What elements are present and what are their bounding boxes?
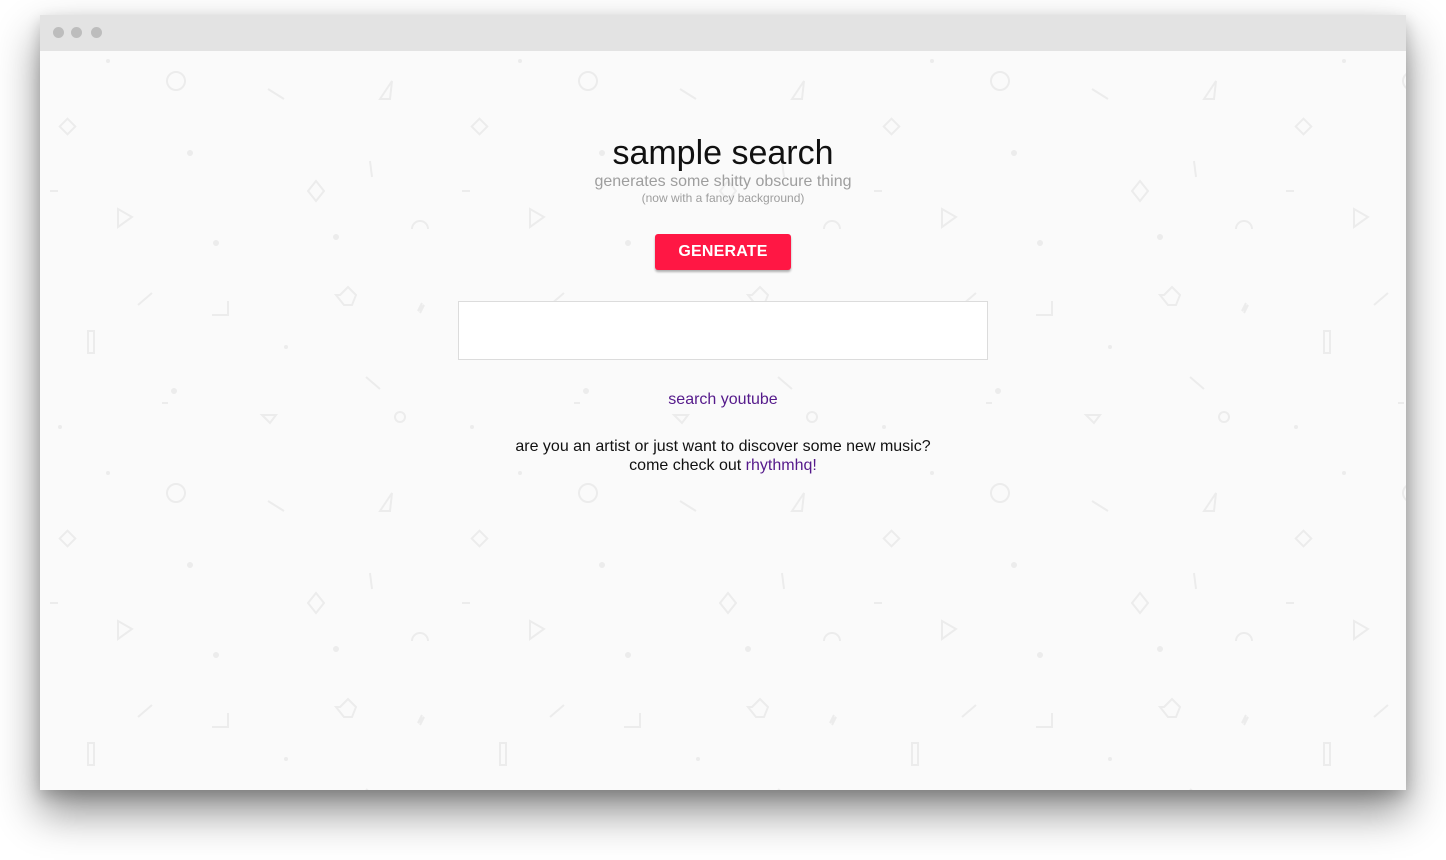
rhythmhq-link[interactable]: rhythmhq! bbox=[746, 457, 817, 474]
window-titlebar bbox=[40, 15, 1406, 51]
page-note: (now with a fancy background) bbox=[641, 191, 805, 205]
promo-line-2: come check out rhythmhq! bbox=[40, 456, 1406, 475]
result-box[interactable] bbox=[458, 301, 988, 360]
promo-text: are you an artist or just want to discov… bbox=[40, 437, 1406, 475]
browser-window: sample search generates some shitty obsc… bbox=[40, 15, 1406, 790]
promo-line-1: are you an artist or just want to discov… bbox=[515, 438, 931, 455]
page-subtitle: generates some shitty obscure thing bbox=[594, 173, 852, 190]
search-youtube-row: search youtube bbox=[40, 390, 1406, 410]
window-minimize-icon[interactable] bbox=[71, 27, 82, 38]
page-content: sample search generates some shitty obsc… bbox=[40, 51, 1406, 790]
promo-line-2-prefix: come check out bbox=[629, 457, 746, 474]
generate-button[interactable]: GENERATE bbox=[655, 234, 791, 270]
window-maximize-icon[interactable] bbox=[91, 27, 102, 38]
page-title: sample search bbox=[612, 134, 834, 172]
window-close-icon[interactable] bbox=[53, 27, 64, 38]
search-youtube-link[interactable]: search youtube bbox=[668, 391, 777, 408]
